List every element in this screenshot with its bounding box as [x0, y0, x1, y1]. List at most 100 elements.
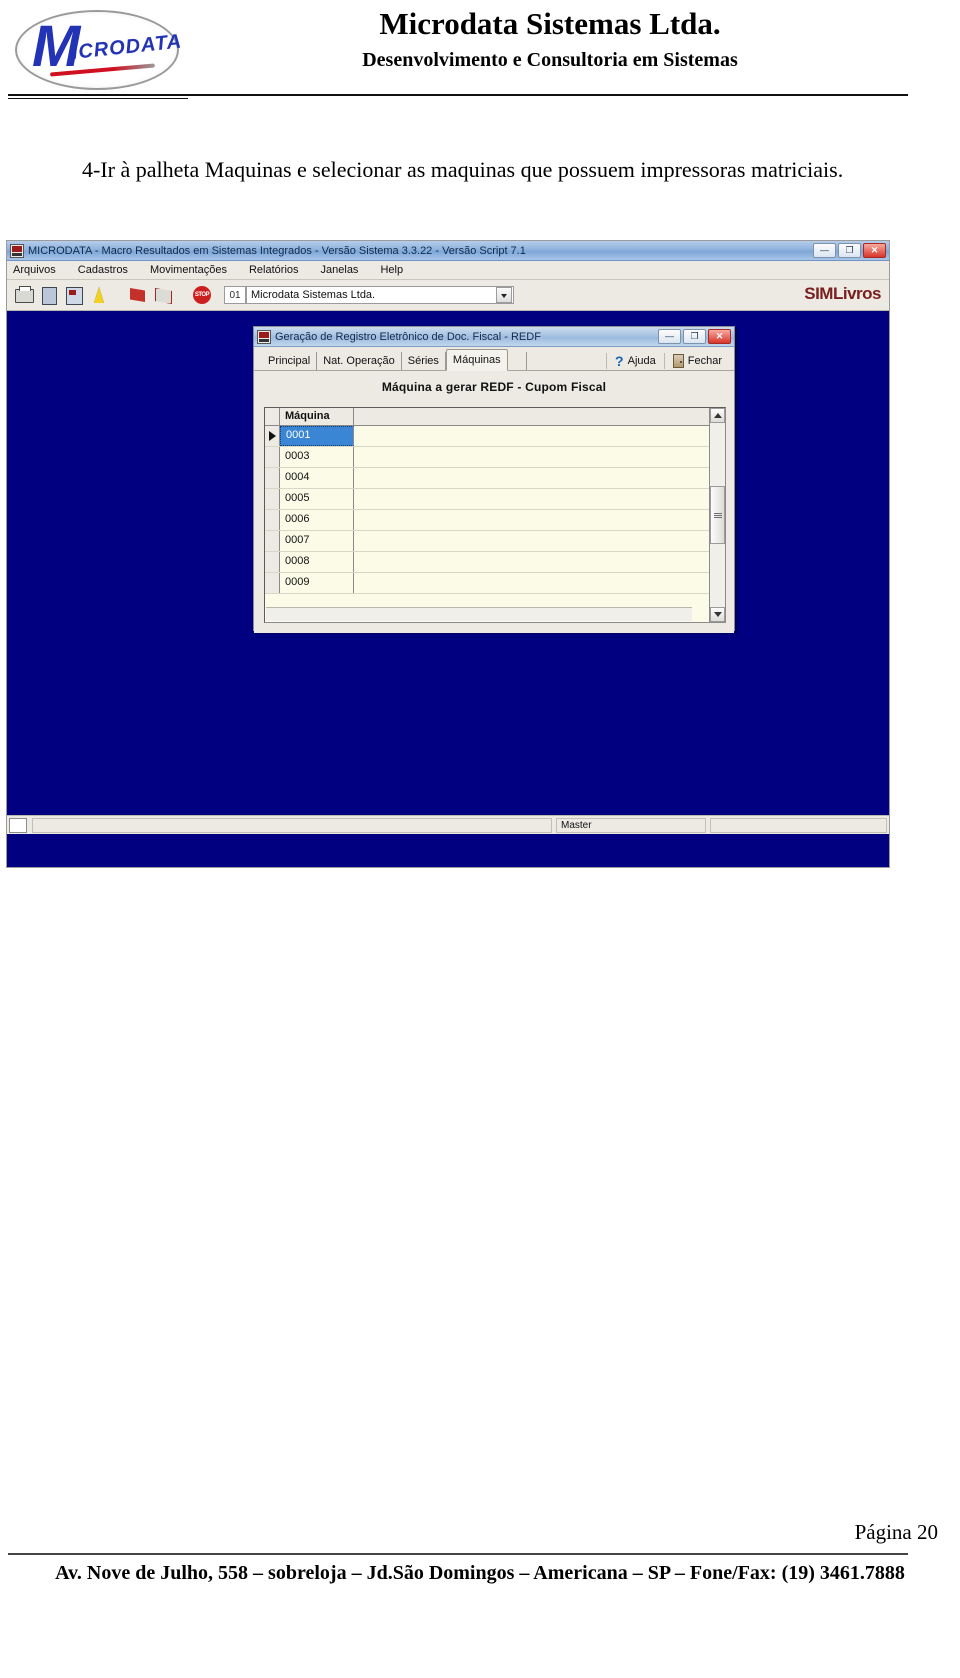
mdi-desktop: Geração de Registro Eletrônico de Doc. F… [7, 311, 889, 834]
cell-maquina[interactable]: 0009 [280, 573, 354, 593]
dialog-restore-button[interactable]: ❐ [683, 329, 706, 344]
dialog-titlebar: Geração de Registro Eletrônico de Doc. F… [254, 327, 734, 347]
footer-divider [8, 1553, 908, 1555]
menu-item-movimentacoes[interactable]: Movimentações [150, 264, 227, 276]
dialog-minimize-button[interactable]: — [658, 329, 681, 344]
grid-rows: 0001 0003 0004 0005 0006 0007 0008 0009 [265, 426, 709, 594]
scroll-down-icon[interactable] [710, 607, 725, 622]
dialog-close-button[interactable]: ✕ [708, 329, 731, 344]
chevron-down-icon[interactable] [496, 287, 512, 303]
grid-horizontal-scrollbar[interactable] [266, 607, 692, 621]
column-header-maquina[interactable]: Máquina [280, 408, 354, 425]
grid-indicator-header [265, 408, 280, 425]
dialog-window-controls: — ❐ ✕ [658, 329, 731, 344]
status-user: Master [556, 817, 706, 833]
cell-maquina[interactable]: 0001 [280, 426, 354, 446]
app-window-controls: — ❐ ✕ [813, 243, 886, 258]
restore-button[interactable]: ❐ [838, 243, 861, 258]
scrollbar-track-top[interactable] [710, 423, 725, 486]
status-spacer [710, 817, 887, 833]
maquinas-grid[interactable]: Máquina 0001 0003 0004 0005 0006 0007 00… [264, 407, 726, 623]
menu-item-cadastros[interactable]: Cadastros [78, 264, 128, 276]
report-icon[interactable] [63, 284, 85, 306]
row-indicator-arrow-icon [265, 426, 280, 446]
app-toolbar: STOP 01 Microdata Sistemas Ltda. SIMLivr… [7, 280, 889, 311]
grid-header-row: Máquina [265, 408, 709, 426]
scrollbar-track-bottom[interactable] [710, 544, 725, 607]
scrollbar-thumb[interactable] [710, 486, 725, 544]
tabstrip-filler [508, 352, 527, 370]
app-icon [10, 243, 24, 258]
row-indicator [265, 489, 280, 509]
cell-maquina[interactable]: 0007 [280, 531, 354, 551]
dialog-body: Máquina a gerar REDF - Cupom Fiscal Máqu… [254, 371, 734, 633]
tab-principal[interactable]: Principal [262, 352, 318, 370]
table-row[interactable]: 0006 [265, 510, 709, 531]
question-mark-icon: ? [615, 353, 624, 369]
dialog-title-text: Geração de Registro Eletrônico de Doc. F… [275, 330, 541, 343]
minimize-button[interactable]: — [813, 243, 836, 258]
status-message [32, 817, 552, 833]
table-row[interactable]: 0005 [265, 489, 709, 510]
table-row[interactable]: 0004 [265, 468, 709, 489]
menu-item-janelas[interactable]: Janelas [321, 264, 359, 276]
company-combo-value: Microdata Sistemas Ltda. [251, 289, 376, 301]
footer-address: Av. Nove de Julho, 558 – sobreloja – Jd.… [55, 1562, 905, 1584]
tab-maquinas[interactable]: Máquinas [445, 349, 508, 371]
scroll-up-icon[interactable] [710, 408, 725, 423]
instruction-paragraph: 4-Ir à palheta Maquinas e selecionar as … [82, 157, 844, 182]
company-combo[interactable]: Microdata Sistemas Ltda. [246, 286, 514, 304]
printer-icon[interactable] [13, 284, 35, 306]
company-code-field[interactable]: 01 [224, 286, 246, 304]
tab-nat-operacao[interactable]: Nat. Operação [317, 352, 402, 370]
table-row[interactable]: 0009 [265, 573, 709, 594]
header-divider-short [8, 98, 188, 99]
row-indicator [265, 531, 280, 551]
app-title-text: MICRODATA - Macro Resultados em Sistemas… [28, 244, 526, 257]
export-flag-icon[interactable] [152, 284, 174, 306]
app-statusbar: Master [7, 815, 889, 834]
stop-icon-label: STOP [193, 286, 211, 304]
microdata-logo: M ICRODATA [10, 4, 183, 92]
cell-maquina[interactable]: 0003 [280, 447, 354, 467]
menu-item-relatorios[interactable]: Relatórios [249, 264, 299, 276]
row-indicator [265, 573, 280, 593]
app-titlebar: MICRODATA - Macro Resultados em Sistemas… [7, 241, 889, 261]
table-row[interactable]: 0003 [265, 447, 709, 468]
company-subtitle: Desenvolvimento e Consultoria em Sistema… [362, 49, 738, 71]
tab-series[interactable]: Séries [401, 352, 446, 370]
lightning-icon[interactable] [88, 284, 110, 306]
ajuda-button[interactable]: ? Ajuda [606, 353, 664, 369]
import-flag-icon[interactable] [127, 284, 149, 306]
ajuda-button-label: Ajuda [627, 355, 656, 367]
table-row[interactable]: 0008 [265, 552, 709, 573]
row-indicator [265, 468, 280, 488]
cell-maquina[interactable]: 0008 [280, 552, 354, 572]
close-button[interactable]: ✕ [863, 243, 886, 258]
row-indicator [265, 510, 280, 530]
cell-maquina[interactable]: 0006 [280, 510, 354, 530]
row-indicator [265, 447, 280, 467]
fechar-button-label: Fechar [687, 355, 722, 367]
menu-item-help[interactable]: Help [380, 264, 403, 276]
dialog-icon [257, 329, 271, 344]
simlivros-brand: SIMLivros [804, 284, 881, 303]
grid-vertical-scrollbar[interactable] [709, 408, 725, 622]
dialog-action-buttons: ? Ajuda Fechar [606, 353, 734, 369]
grid-heading: Máquina a gerar REDF - Cupom Fiscal [381, 380, 607, 394]
table-row[interactable]: 0001 [265, 426, 709, 447]
application-screenshot: MICRODATA - Macro Resultados em Sistemas… [6, 240, 890, 868]
exit-door-icon [672, 354, 684, 368]
menu-item-arquivos[interactable]: Arquivos [13, 264, 56, 276]
redf-dialog: Geração de Registro Eletrônico de Doc. F… [253, 326, 735, 633]
document-icon[interactable] [38, 284, 60, 306]
stop-icon[interactable]: STOP [191, 284, 213, 306]
dialog-tabstrip: Principal Nat. Operação Séries Máquinas … [254, 347, 734, 371]
page-number: Página 20 [854, 1520, 938, 1544]
table-row[interactable]: 0007 [265, 531, 709, 552]
status-icon [9, 817, 27, 833]
header-divider [8, 94, 908, 96]
cell-maquina[interactable]: 0004 [280, 468, 354, 488]
cell-maquina[interactable]: 0005 [280, 489, 354, 509]
fechar-button[interactable]: Fechar [663, 353, 730, 369]
